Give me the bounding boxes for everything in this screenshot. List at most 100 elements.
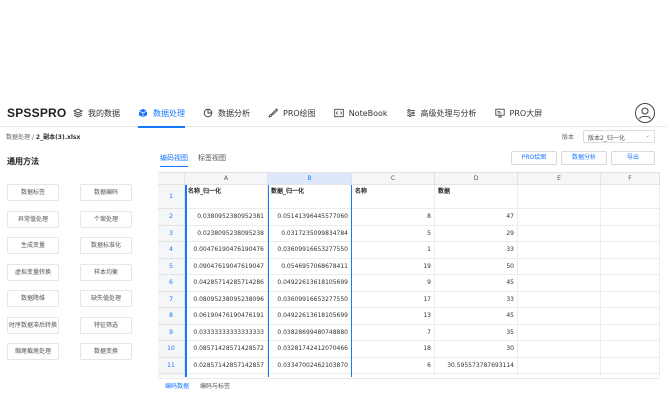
table-cell[interactable]: 33 bbox=[435, 242, 518, 259]
table-cell[interactable]: 0.05714285714285714 bbox=[185, 374, 268, 377]
table-cell[interactable]: 0.06190476190476191 bbox=[185, 308, 268, 325]
table-cell[interactable]: 7 bbox=[352, 324, 435, 341]
table-cell[interactable]: 0.0546957068678411 bbox=[268, 258, 352, 275]
method-button[interactable]: 生成变量 bbox=[7, 237, 59, 254]
method-button[interactable]: 数据降维 bbox=[7, 290, 59, 307]
table-cell[interactable]: 18 bbox=[352, 341, 435, 358]
method-button[interactable]: 异常值处理 bbox=[7, 210, 59, 228]
method-button[interactable]: 特征筛选 bbox=[80, 316, 132, 334]
table-cell[interactable]: 1 bbox=[352, 242, 435, 259]
tab-label-view[interactable]: 标签视图 bbox=[198, 153, 226, 163]
method-button[interactable]: 数据编码 bbox=[80, 184, 132, 201]
data-analysis-button[interactable]: 数据分析 bbox=[561, 151, 607, 165]
table-cell[interactable]: 45 bbox=[435, 308, 518, 325]
app-logo[interactable]: SPSSPRO bbox=[7, 106, 73, 120]
method-button[interactable]: 样本均衡 bbox=[80, 263, 132, 281]
table-cell[interactable] bbox=[518, 225, 601, 242]
table-cell[interactable]: 0.08095238095238096 bbox=[185, 291, 268, 308]
header-cell[interactable]: 数据_归一化 bbox=[268, 185, 352, 209]
table-cell[interactable] bbox=[601, 258, 660, 275]
tab-code-view[interactable]: 编码视图 bbox=[160, 153, 188, 167]
table-cell[interactable] bbox=[601, 374, 660, 377]
version-select[interactable]: 版本2_归一化 ⌄ bbox=[583, 130, 655, 143]
table-cell[interactable] bbox=[601, 357, 660, 374]
table-cell[interactable]: 0.0380952380952381 bbox=[185, 209, 268, 226]
header-cell[interactable]: 名称 bbox=[352, 185, 435, 209]
table-cell[interactable]: 0.09047619047619047 bbox=[185, 258, 268, 275]
table-cell[interactable]: 0.04285714285714286 bbox=[185, 275, 268, 292]
method-button[interactable]: 时序数据滞后转换 bbox=[7, 316, 59, 334]
table-cell[interactable]: 30.595573787693114 bbox=[435, 357, 518, 374]
table-cell[interactable] bbox=[518, 242, 601, 259]
row-number[interactable]: 12 bbox=[158, 374, 185, 377]
nav-advanced[interactable]: 高级处理与分析 bbox=[406, 100, 477, 127]
column-header[interactable]: F bbox=[601, 173, 660, 185]
table-cell[interactable] bbox=[518, 209, 601, 226]
tab-encoded-labels[interactable]: 编码与标签 bbox=[200, 381, 230, 390]
table-cell[interactable]: 0.04922613618105699 bbox=[268, 308, 352, 325]
table-cell[interactable]: 9 bbox=[352, 275, 435, 292]
table-cell[interactable]: 6 bbox=[352, 357, 435, 374]
table-cell[interactable]: 0.08571428571428572 bbox=[185, 341, 268, 358]
table-cell[interactable]: 0.03609916653277550 bbox=[268, 291, 352, 308]
table-cell[interactable]: 12 bbox=[352, 374, 435, 377]
table-cell[interactable]: 8 bbox=[352, 209, 435, 226]
table-cell[interactable]: 0.04922613618105699 bbox=[268, 275, 352, 292]
table-cell[interactable]: 0.03814372220311590 bbox=[268, 374, 352, 377]
table-cell[interactable]: 0.05141396445577060 bbox=[268, 209, 352, 226]
row-number[interactable]: 3 bbox=[158, 225, 185, 242]
header-cell[interactable]: 名称_归一化 bbox=[185, 185, 268, 209]
column-header[interactable]: A bbox=[185, 173, 268, 185]
grid-corner[interactable] bbox=[158, 173, 185, 185]
table-cell[interactable] bbox=[518, 324, 601, 341]
table-cell[interactable] bbox=[601, 324, 660, 341]
table-cell[interactable]: 29 bbox=[435, 225, 518, 242]
export-button[interactable]: 导出 bbox=[611, 151, 655, 165]
breadcrumb-root[interactable]: 数据处理 bbox=[6, 134, 30, 141]
nav-data-processing[interactable]: 数据处理 bbox=[138, 100, 185, 128]
table-cell[interactable] bbox=[601, 275, 660, 292]
nav-pro-plot[interactable]: PRO绘图 bbox=[268, 100, 316, 127]
table-cell[interactable]: 0.03347002462103870 bbox=[268, 357, 352, 374]
table-cell[interactable] bbox=[601, 308, 660, 325]
row-number[interactable]: 7 bbox=[158, 291, 185, 308]
method-button[interactable]: 数据变换 bbox=[80, 343, 132, 360]
table-cell[interactable]: 5 bbox=[352, 225, 435, 242]
table-cell[interactable] bbox=[518, 357, 601, 374]
row-number[interactable]: 10 bbox=[158, 341, 185, 358]
row-number[interactable]: 4 bbox=[158, 242, 185, 259]
table-cell[interactable] bbox=[518, 308, 601, 325]
table-cell[interactable]: 0.0238095238095238 bbox=[185, 225, 268, 242]
column-header[interactable]: E bbox=[518, 173, 601, 185]
row-number[interactable]: 8 bbox=[158, 308, 185, 325]
nav-pro-dashboard[interactable]: PRO大屏 bbox=[494, 100, 542, 127]
table-cell[interactable]: 50 bbox=[435, 258, 518, 275]
column-header[interactable]: D bbox=[435, 173, 518, 185]
header-cell[interactable]: 数据 bbox=[435, 185, 518, 209]
table-cell[interactable] bbox=[518, 291, 601, 308]
table-cell[interactable] bbox=[518, 258, 601, 275]
table-cell[interactable]: 0.03281742412070466 bbox=[268, 341, 352, 358]
table-cell[interactable]: 0.0317235099834784 bbox=[268, 225, 352, 242]
nav-my-data[interactable]: 我的数据 bbox=[73, 100, 120, 127]
table-cell[interactable] bbox=[518, 341, 601, 358]
nav-data-analysis[interactable]: 数据分析 bbox=[203, 100, 250, 127]
table-cell[interactable]: 13 bbox=[352, 308, 435, 325]
row-number[interactable]: 6 bbox=[158, 275, 185, 292]
tab-encoded-data[interactable]: 编码数据 bbox=[165, 381, 189, 390]
table-cell[interactable]: 0.00476190476190476 bbox=[185, 242, 268, 259]
user-avatar[interactable] bbox=[635, 103, 655, 123]
table-cell[interactable]: 33 bbox=[435, 291, 518, 308]
column-header[interactable]: C bbox=[352, 173, 435, 185]
table-cell[interactable]: 0.02857142857142857 bbox=[185, 357, 268, 374]
table-cell[interactable]: 34.87359830205049 bbox=[435, 374, 518, 377]
table-cell[interactable]: 19 bbox=[352, 258, 435, 275]
method-button[interactable]: 数据标准化 bbox=[80, 237, 132, 254]
pro-plot-button[interactable]: PRO绘图 bbox=[511, 151, 557, 165]
method-button[interactable]: 虚拟变量转换 bbox=[7, 263, 59, 281]
table-cell[interactable]: 30 bbox=[435, 341, 518, 358]
nav-notebook[interactable]: NoteBook bbox=[333, 100, 388, 127]
table-cell[interactable]: 47 bbox=[435, 209, 518, 226]
table-cell[interactable] bbox=[518, 275, 601, 292]
table-cell[interactable]: 45 bbox=[435, 275, 518, 292]
